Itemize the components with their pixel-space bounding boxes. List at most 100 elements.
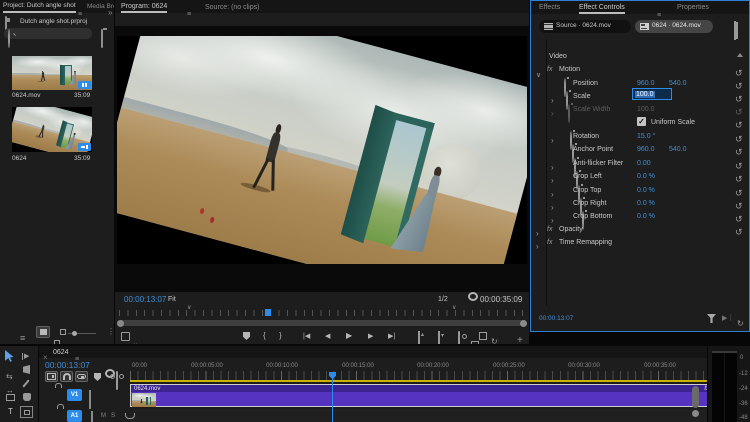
tab-source[interactable]: Source: (no clips) [205,4,259,11]
mark-in-button[interactable]: { [263,332,266,340]
ecp-section-video[interactable]: Video [549,53,567,60]
ecp-timecode[interactable]: 00:00:13:07 [539,316,573,323]
zoom-level-select[interactable]: Fit [168,296,176,303]
collapse-section-icon[interactable] [737,53,743,57]
linked-selection-icon[interactable] [75,371,88,382]
anchor-y-value[interactable]: 540.0 [669,146,687,153]
program-video-frame[interactable] [117,36,527,264]
keyframe-nav-icon[interactable]: ▶｜ [722,315,734,322]
monitor-playhead[interactable] [265,309,271,316]
crop-bottom-value[interactable]: 0.0 % [637,213,655,220]
anchor-x-value[interactable]: 960.0 [637,146,655,153]
timeline-clip[interactable]: 0624.mov fx [130,384,707,407]
tab-effect-controls[interactable]: Effect Controls [579,4,625,14]
search-input[interactable] [4,28,92,39]
playhead-line[interactable] [332,376,333,422]
remix-tool-icon[interactable] [20,406,33,418]
crop-left-value[interactable]: 0.0 % [637,173,655,180]
timeline-add-marker-icon[interactable] [94,373,101,381]
reset-opacity-icon[interactable] [735,222,743,240]
program-panel-menu-icon[interactable] [187,3,191,21]
param-antiflicker: Anti-flicker Filter [573,160,623,167]
a1-track-lane[interactable] [130,409,707,422]
go-to-in-button[interactable]: |◀ [303,333,310,340]
step-forward-button[interactable]: ▶ [368,333,373,340]
crop-top-value[interactable]: 0.0 % [637,187,655,194]
effect-time-remapping[interactable]: Time Remapping [559,239,612,246]
rotation-value[interactable]: 15.0 ° [637,133,655,140]
project-item-thumbnail[interactable] [12,107,92,152]
snap-icon[interactable] [60,371,73,382]
step-back-button[interactable]: ◀ [325,333,330,340]
position-x-value[interactable]: 960.0 [637,80,655,87]
sequence-clip-pill[interactable]: 0624 · 0624.mov [635,20,713,33]
project-file-name[interactable]: Dutch angle shot.prproj [20,19,87,26]
ecp-loop-icon[interactable] [737,313,744,331]
add-marker-icon[interactable] [243,332,250,340]
tab-project[interactable]: Project: Dutch angle shot [3,3,76,13]
tab-sequence[interactable]: 0624 [53,349,69,356]
icon-view-icon[interactable] [36,326,50,338]
a1-solo-button[interactable]: S [111,413,115,419]
source-clip-pill[interactable]: Source · 0624.mov [539,20,631,33]
scrollbar-left-handle[interactable] [117,320,124,327]
filter-properties-icon[interactable] [707,314,716,323]
motion-expand-icon[interactable] [536,64,541,82]
split-view-icon[interactable] [734,21,736,40]
effect-motion[interactable]: Motion [559,66,580,73]
position-y-value[interactable]: 540.0 [669,80,687,87]
extract-icon[interactable] [438,331,440,344]
selection-tool-icon[interactable] [5,350,15,362]
program-timecode[interactable]: 00:00:13:07 [124,296,166,304]
a1-sync-lock-icon[interactable] [91,411,93,422]
timeline-scrollbar-handle[interactable] [692,410,699,417]
ecp-tabbar [531,1,749,14]
mark-out-button[interactable]: } [279,332,282,340]
v1-sync-lock-icon[interactable] [89,390,91,409]
antiflicker-value[interactable]: 0.00 [637,160,651,167]
timeline-timecode[interactable]: 00:00:13:07 [45,361,90,370]
timeline-vertical-scrollbar[interactable] [692,386,699,408]
pen-tool-icon[interactable] [22,379,29,387]
timeline-options-icon[interactable] [116,371,118,390]
type-tool-icon[interactable]: T [8,408,13,416]
uniform-scale-checkbox[interactable]: ✓ [637,117,646,126]
tab-overflow-icon[interactable] [108,2,112,20]
effect-opacity[interactable]: Opacity [559,226,583,233]
a1-mute-button[interactable]: M [101,413,106,419]
rectangle-tool-icon[interactable] [6,394,15,401]
playback-resolution-select[interactable]: 1/2 [438,296,448,303]
scrollbar-right-handle[interactable] [520,320,527,327]
loop-playback-icon[interactable] [491,331,498,344]
list-view-icon[interactable] [20,328,25,344]
new-bin-icon[interactable] [101,29,103,48]
go-to-out-button[interactable]: ▶| [388,333,395,340]
project-item-thumbnail[interactable] [12,56,92,90]
rotation-twirl-icon[interactable] [551,130,554,148]
crop-right-value[interactable]: 0.0 % [637,200,655,207]
project-item-name[interactable]: 0624 [12,156,26,163]
export-frame-icon[interactable] [458,331,460,344]
time-remap-expand-icon[interactable] [536,236,539,254]
monitor-display-settings-icon[interactable] [121,332,130,341]
scale-value-input[interactable]: 100.0 [632,88,672,100]
project-item-name[interactable]: 0624.mov [12,93,41,100]
tab-program[interactable]: Program: 0624 [121,3,167,13]
play-button[interactable]: ▶ [346,332,352,340]
ruler-label: 00:00:30:00 [568,363,600,369]
track-select-tool-icon[interactable]: ▶ [22,353,29,360]
lift-icon[interactable] [418,331,420,344]
hand-tool-icon[interactable] [23,393,31,401]
tab-properties[interactable]: Properties [677,4,709,11]
project-item-duration: 35:09 [74,93,90,100]
monitor-display-settings-chevron-icon[interactable] [133,334,137,344]
nest-toggle-icon[interactable] [45,371,58,382]
tab-effects[interactable]: Effects [539,4,560,11]
v1-track-badge[interactable]: V1 [67,389,82,401]
monitor-mini-ruler[interactable] [119,310,523,316]
button-editor-icon[interactable] [517,330,523,344]
razor-tool-icon[interactable] [23,365,30,374]
a1-track-badge[interactable]: A1 [67,410,82,422]
monitor-scrollbar[interactable] [117,320,527,326]
thumbnail-zoom-knob[interactable] [72,331,77,336]
